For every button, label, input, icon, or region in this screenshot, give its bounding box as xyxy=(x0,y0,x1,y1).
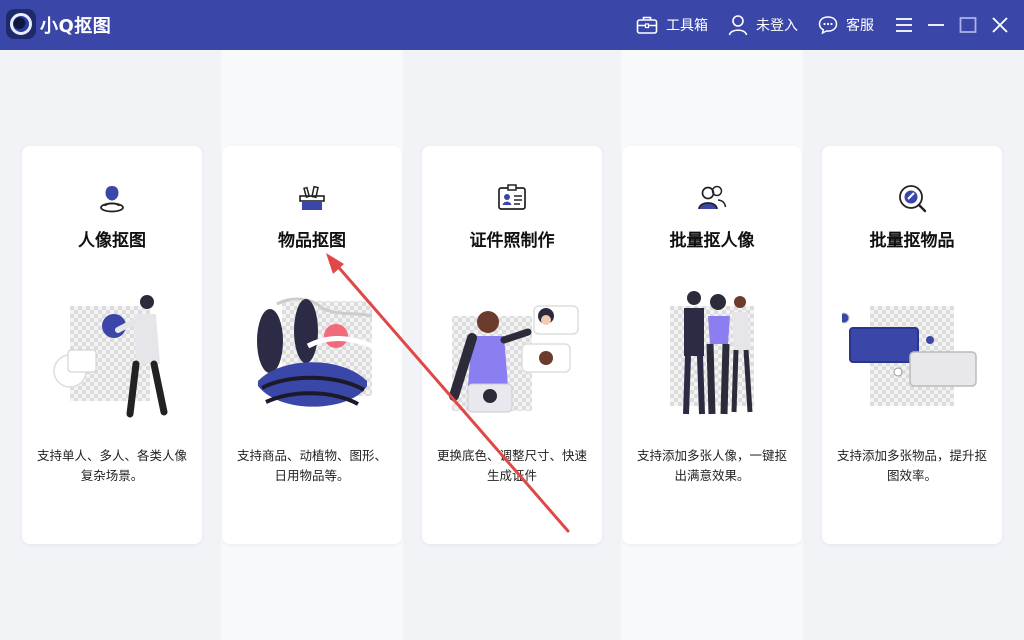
menu-button[interactable] xyxy=(892,13,916,37)
service-button[interactable]: 客服 xyxy=(818,13,874,37)
id-photo-illustration xyxy=(449,305,579,413)
card-title: 批量抠物品 xyxy=(869,231,955,251)
batch-object-illustration xyxy=(842,306,977,406)
portrait-icon xyxy=(100,186,124,213)
maximize-button[interactable] xyxy=(956,13,980,37)
title-bar: 小Q抠图 工具箱 未登入 客服 xyxy=(0,0,1024,50)
card-description: 更换底色、调整尺寸、快速生成证件 xyxy=(436,448,587,483)
card-batch-portrait[interactable]: 批量抠人像 支持添加多张人像，一键抠出满意效果。 xyxy=(622,146,802,544)
id-card-icon xyxy=(498,184,526,210)
maximize-icon xyxy=(959,17,977,33)
service-label: 客服 xyxy=(846,18,874,34)
minimize-button[interactable] xyxy=(924,13,948,37)
card-description: 支持添加多张人像，一键抠出满意效果。 xyxy=(636,448,787,483)
close-button[interactable] xyxy=(988,13,1012,37)
batch-portrait-illustration xyxy=(670,291,754,415)
card-description: 支持商品、动植物、图形、日用物品等。 xyxy=(236,448,387,483)
app-title: 小Q抠图 xyxy=(40,16,112,37)
user-icon xyxy=(728,15,748,36)
card-object-cutout[interactable]: 物品抠图 支持商品、动植物、图形、日用物品等。 xyxy=(222,146,402,544)
basket-icon xyxy=(299,185,325,210)
toolbox-label: 工具箱 xyxy=(666,18,708,34)
card-title: 物品抠图 xyxy=(278,231,346,251)
minimize-icon xyxy=(928,24,944,26)
object-search-icon xyxy=(899,185,927,213)
portrait-illustration xyxy=(53,295,168,418)
card-id-photo[interactable]: 证件照制作 更换底色、调整尺寸、快速生成证件 xyxy=(422,146,602,544)
card-title: 批量抠人像 xyxy=(669,231,755,251)
card-title: 证件照制作 xyxy=(469,231,555,251)
card-portrait-cutout[interactable]: 人像抠图 支持单人、多人、各类人像复杂场景。 xyxy=(22,146,202,544)
app-logo-icon xyxy=(6,9,36,39)
toolbox-icon xyxy=(636,16,658,34)
card-batch-object[interactable]: 批量抠物品 支持添加多张物品，提升抠图效率。 xyxy=(822,146,1002,544)
card-description: 支持添加多张物品，提升抠图效率。 xyxy=(836,448,987,483)
card-description: 支持单人、多人、各类人像复杂场景。 xyxy=(36,448,187,483)
login-button[interactable]: 未登入 xyxy=(728,13,798,37)
card-title: 人像抠图 xyxy=(78,231,146,251)
chat-icon xyxy=(818,16,838,35)
hamburger-menu-icon xyxy=(896,18,912,32)
close-icon xyxy=(992,17,1008,33)
login-label: 未登入 xyxy=(756,18,798,34)
object-illustration xyxy=(257,297,373,407)
group-icon xyxy=(698,185,727,210)
toolbox-button[interactable]: 工具箱 xyxy=(636,13,708,37)
